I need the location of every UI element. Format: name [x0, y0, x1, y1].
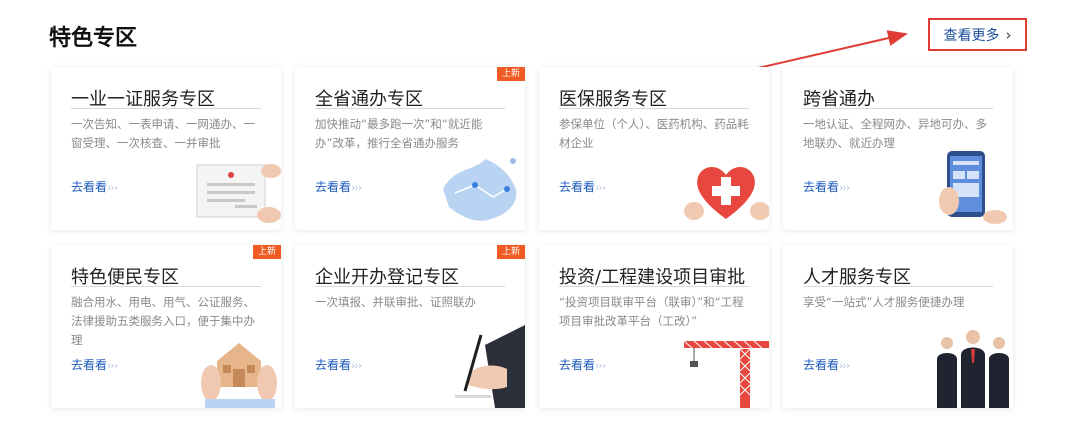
double-chevron-icon: ››› — [595, 181, 606, 194]
view-more-label: 查看更多 — [943, 27, 1000, 44]
card-description: 享受“一站式”人才服务便捷办理 — [803, 295, 965, 309]
go-see-link[interactable]: 去看看››› — [315, 356, 362, 373]
new-badge: 上新 — [496, 67, 525, 81]
divider — [315, 108, 505, 109]
double-chevron-icon: ››› — [107, 181, 118, 194]
mobile-phone-illustration — [939, 151, 1007, 224]
go-see-link[interactable]: 去看看››› — [71, 356, 118, 373]
double-chevron-icon: ››› — [839, 359, 850, 372]
go-see-link[interactable]: 去看看››› — [559, 356, 606, 373]
card-description: 加快推动“最多跑一次”和“就近能办”改革，推行全省通办服务 — [315, 117, 483, 150]
double-chevron-icon: ››› — [595, 359, 606, 372]
card-investment-project-approval[interactable]: 投资/工程建设项目审批 “投资项目联审平台（联审）”和“工程项目审批改革平台（工… — [539, 245, 769, 408]
card-one-industry-one-license[interactable]: 一业一证服务专区 一次告知、一表申请、一网通办、一窗受理、一次核查、一并审批 去… — [51, 67, 281, 230]
divider — [315, 286, 505, 287]
go-see-link[interactable]: 去看看››› — [71, 178, 118, 195]
section-title: 特色专区 — [49, 26, 138, 51]
double-chevron-icon: ››› — [351, 359, 362, 372]
go-see-link[interactable]: 去看看››› — [803, 356, 850, 373]
divider — [803, 286, 993, 287]
divider — [559, 286, 749, 287]
signing-pen-illustration — [455, 325, 525, 408]
double-chevron-icon: ››› — [839, 181, 850, 194]
card-business-registration[interactable]: 上新 企业开办登记专区 一次填报、并联审批、证照联办 去看看››› — [295, 245, 525, 408]
business-people-illustration — [937, 330, 1009, 408]
card-medical-insurance[interactable]: 医保服务专区 参保单位（个人）、医药机构、药品耗材企业 去看看››› — [539, 67, 769, 230]
construction-crane-illustration — [684, 340, 769, 408]
medical-heart-icon — [684, 166, 769, 220]
card-description: 一次填报、并联审批、证照联办 — [315, 295, 476, 309]
divider — [803, 108, 993, 109]
card-talent-service[interactable]: 人才服务专区 享受“一站式”人才服务便捷办理 去看看››› — [783, 245, 1013, 408]
province-map-illustration — [443, 158, 517, 221]
view-more-button[interactable]: 查看更多 › — [928, 18, 1027, 51]
house-in-hands-illustration — [201, 343, 277, 408]
card-province-wide-service[interactable]: 上新 全省通办专区 加快推动“最多跑一次”和“就近能办”改革，推行全省通办服务 … — [295, 67, 525, 230]
go-see-link[interactable]: 去看看››› — [559, 178, 606, 195]
license-certificate-illustration — [196, 164, 281, 223]
divider — [71, 108, 261, 109]
double-chevron-icon: ››› — [107, 359, 118, 372]
card-featured-convenience[interactable]: 上新 特色便民专区 融合用水、用电、用气、公证服务、法律援助五类服务入口，便于集… — [51, 245, 281, 408]
divider — [71, 286, 261, 287]
chevron-right-icon: › — [1005, 25, 1012, 44]
card-description: 参保单位（个人）、医药机构、药品耗材企业 — [559, 117, 749, 150]
new-badge: 上新 — [252, 245, 281, 259]
card-cross-province-service[interactable]: 跨省通办 一地认证、全程网办、异地可办、多地联办、就近办理 去看看››› — [783, 67, 1013, 230]
card-description: 一次告知、一表申请、一网通办、一窗受理、一次核查、一并审批 — [71, 117, 255, 150]
go-see-link[interactable]: 去看看››› — [315, 178, 362, 195]
double-chevron-icon: ››› — [351, 181, 362, 194]
divider — [559, 108, 749, 109]
card-description: “投资项目联审平台（联审）”和“工程项目审批改革平台（工改）” — [559, 295, 744, 328]
go-see-link[interactable]: 去看看››› — [803, 178, 850, 195]
new-badge: 上新 — [496, 245, 525, 259]
